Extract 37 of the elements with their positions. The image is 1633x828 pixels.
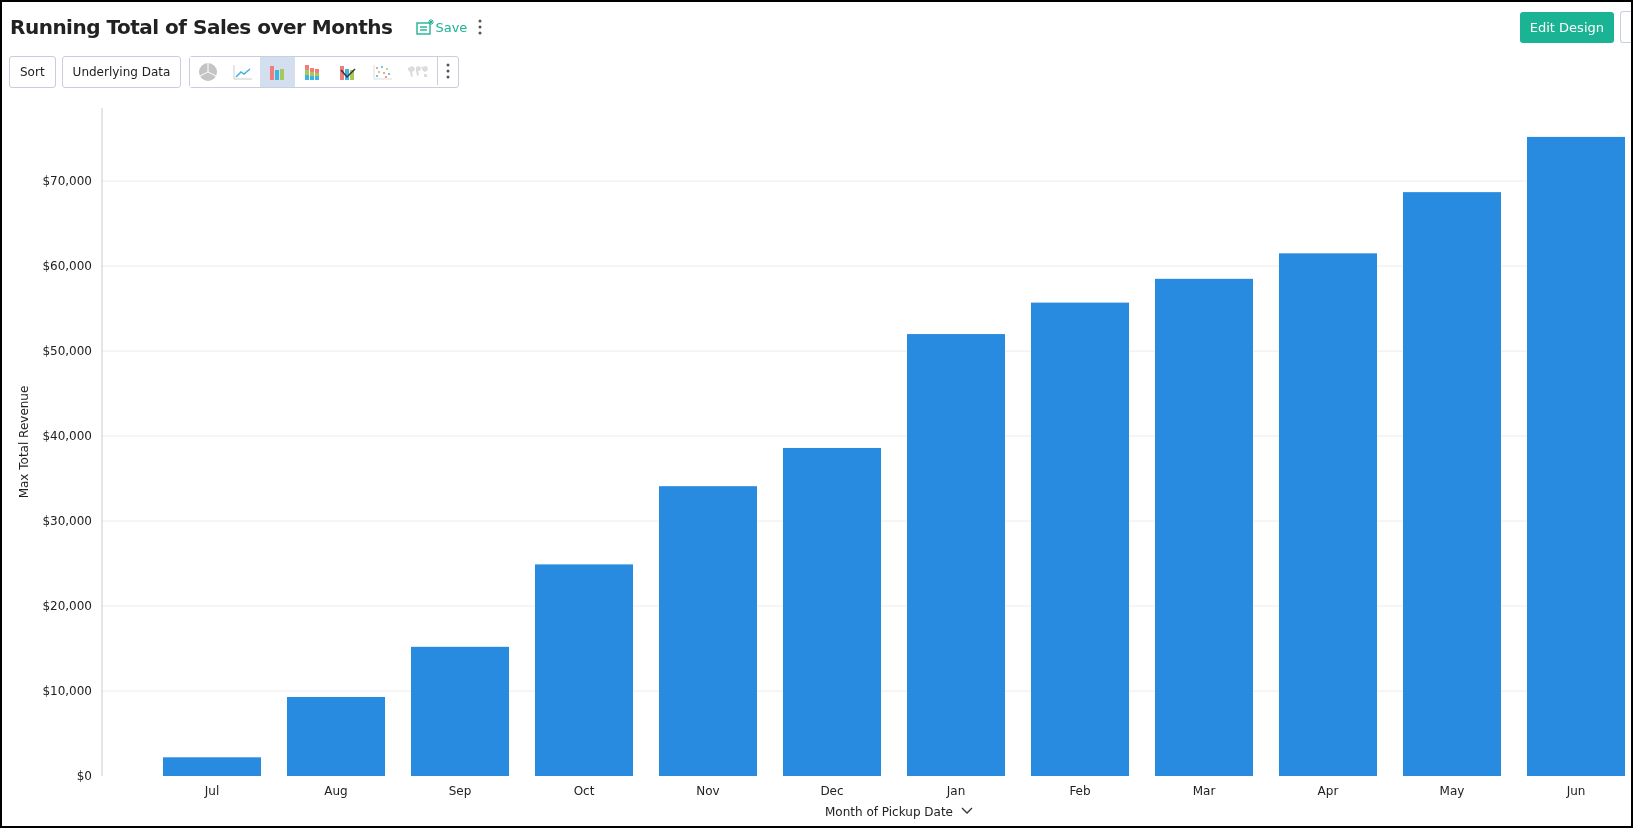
x-axis-label: Feb — [1069, 784, 1091, 798]
chevron-down-icon[interactable] — [961, 807, 973, 814]
y-axis-title: Max Total Revenue — [17, 385, 31, 499]
save-icon — [416, 19, 435, 35]
y-axis-label: $20,000 — [42, 599, 92, 614]
report-title: Running Total of Sales over Months — [10, 15, 393, 39]
x-axis-label: Jan — [946, 784, 966, 798]
y-axis-label: $10,000 — [42, 684, 92, 698]
toolbar-button[interactable]: Sort — [9, 56, 56, 88]
y-axis-label: $0 — [76, 769, 92, 783]
y-axis-label: $40,000 — [42, 429, 92, 444]
x-axis-label: Sep — [448, 784, 472, 798]
cut-off-button[interactable] — [1620, 11, 1631, 43]
more-icon[interactable] — [477, 18, 484, 36]
x-axis-label: Jul — [204, 784, 220, 798]
x-axis-label: Nov — [696, 784, 720, 798]
x-axis-label: Apr — [1317, 784, 1339, 798]
x-axis-label: Jun — [1566, 784, 1586, 798]
y-axis-label: $30,000 — [42, 514, 92, 529]
x-axis-label: Aug — [324, 784, 348, 798]
x-axis-label: Dec — [820, 784, 844, 798]
combo-chart-icon — [338, 64, 357, 80]
x-axis-label: Oct — [573, 784, 595, 798]
toolbar-button[interactable]: Underlying Data — [61, 56, 182, 88]
x-axis-label: Mar — [1192, 784, 1216, 798]
x-axis-title[interactable]: Month of Pickup Date — [825, 805, 953, 819]
y-axis-label: $70,000 — [42, 174, 92, 189]
pie-chart-icon — [197, 62, 218, 82]
y-axis-label: $60,000 — [42, 259, 92, 274]
x-axis-label: May — [1439, 784, 1465, 798]
bar-chart-icon — [268, 64, 287, 80]
bar-chart-button[interactable] — [260, 57, 296, 87]
world-map-icon — [406, 65, 429, 79]
y-axis-label: $50,000 — [42, 344, 92, 359]
scatter-chart-icon — [372, 64, 393, 80]
line-chart-icon — [232, 64, 253, 80]
stacked-bar-icon — [303, 64, 322, 80]
